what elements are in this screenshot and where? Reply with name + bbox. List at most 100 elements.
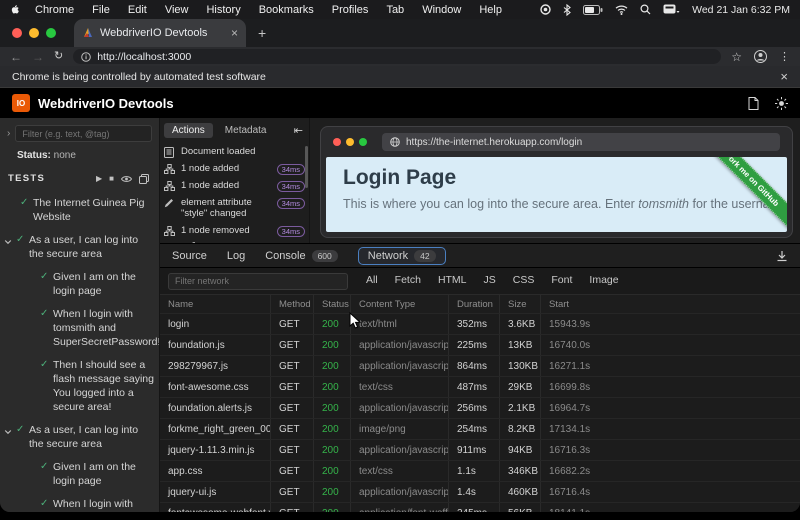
test-tree-item[interactable]: ✓ Given I am on the login page bbox=[0, 460, 155, 488]
request-duration: 864ms bbox=[449, 356, 500, 376]
banner-close-icon[interactable]: × bbox=[780, 69, 788, 84]
menu-item[interactable]: View bbox=[165, 4, 189, 16]
col-method[interactable]: Method bbox=[271, 295, 314, 313]
tab-metadata[interactable]: Metadata bbox=[217, 123, 275, 138]
test-tree-item[interactable]: ✓ The Internet Guinea Pig Website bbox=[0, 196, 155, 224]
test-passed-check-icon: ✓ bbox=[40, 358, 53, 372]
tab-source[interactable]: Source bbox=[172, 250, 207, 262]
network-request-row[interactable]: jquery-1.11.3.min.js GET 200 application… bbox=[160, 440, 800, 461]
copy-tests-icon[interactable] bbox=[139, 174, 149, 184]
network-request-row[interactable]: font-awesome.css GET 200 text/css 487ms … bbox=[160, 377, 800, 398]
screen-record-icon[interactable] bbox=[540, 4, 551, 15]
col-duration[interactable]: Duration bbox=[449, 295, 500, 313]
menu-item[interactable]: Chrome bbox=[35, 4, 74, 16]
col-content-type[interactable]: Content Type bbox=[351, 295, 449, 313]
network-request-row[interactable]: 298279967.js GET 200 application/javascr… bbox=[160, 356, 800, 377]
sidebar-collapse-icon[interactable]: › bbox=[7, 128, 10, 139]
tab-actions[interactable]: Actions bbox=[164, 123, 213, 138]
test-tree-item[interactable]: ✓ As a user, I can log into the secure a… bbox=[0, 233, 155, 261]
input-source-icon[interactable] bbox=[663, 4, 680, 15]
menu-item[interactable]: Tab bbox=[386, 4, 404, 16]
request-type-tab[interactable]: JS bbox=[484, 274, 496, 289]
tab-network[interactable]: Network42 bbox=[358, 247, 446, 265]
action-event-row[interactable]: 1 node added 34ms bbox=[164, 177, 305, 194]
network-request-row[interactable]: app.css GET 200 text/css 1.1s 346KB 1668… bbox=[160, 461, 800, 482]
stop-tests-icon[interactable]: ■ bbox=[109, 175, 114, 183]
app-header-actions bbox=[748, 97, 788, 110]
test-tree-item[interactable]: ✓ Then I should see a flash message sayi… bbox=[0, 358, 155, 414]
theme-toggle-sun-icon[interactable] bbox=[775, 97, 788, 110]
site-info-icon[interactable] bbox=[81, 52, 91, 62]
report-file-icon[interactable] bbox=[748, 97, 759, 110]
network-request-row[interactable]: jquery-ui.js GET 200 application/javascr… bbox=[160, 482, 800, 503]
request-type-tab[interactable]: Image bbox=[589, 274, 618, 289]
network-filter-input[interactable] bbox=[168, 273, 348, 290]
spotlight-search-icon[interactable] bbox=[640, 4, 651, 15]
request-type-tab[interactable]: HTML bbox=[438, 274, 467, 289]
action-event-row[interactable]: 1 node removed 34ms bbox=[164, 222, 305, 239]
zoom-window-button[interactable] bbox=[46, 28, 56, 38]
new-tab-button[interactable]: + bbox=[258, 25, 266, 41]
apple-logo-icon[interactable] bbox=[10, 4, 21, 15]
test-tree-item[interactable]: ✓ As a user, I can log into the secure a… bbox=[0, 423, 155, 451]
menu-item[interactable]: Profiles bbox=[332, 4, 369, 16]
menu-item[interactable]: Edit bbox=[128, 4, 147, 16]
bookmark-star-icon[interactable]: ☆ bbox=[731, 50, 742, 64]
run-tests-icon[interactable]: ▶ bbox=[96, 175, 102, 183]
test-tree-item[interactable]: ✓ Given I am on the login page bbox=[0, 270, 155, 298]
network-request-row[interactable]: foundation.alerts.js GET 200 application… bbox=[160, 398, 800, 419]
tab-console[interactable]: Console600 bbox=[265, 250, 338, 262]
menu-item[interactable]: History bbox=[206, 4, 240, 16]
col-start[interactable]: Start bbox=[541, 295, 800, 313]
request-type-tab[interactable]: Fetch bbox=[395, 274, 421, 289]
bluetooth-icon[interactable] bbox=[563, 4, 571, 16]
mini-close-button bbox=[333, 138, 341, 146]
request-duration: 352ms bbox=[449, 314, 500, 334]
menu-item[interactable]: Help bbox=[479, 4, 502, 16]
address-bar[interactable]: http://localhost:3000 bbox=[73, 49, 721, 64]
action-event-row[interactable]: url 298ms bbox=[164, 239, 305, 243]
test-tree-item[interactable]: ✓ When I login with foobar and barfoo bbox=[0, 497, 155, 512]
close-window-button[interactable] bbox=[12, 28, 22, 38]
app-title: WebdriverIO Devtools bbox=[38, 96, 174, 111]
profile-avatar-icon[interactable] bbox=[754, 50, 767, 63]
reload-button[interactable]: ↻ bbox=[54, 51, 63, 62]
tests-filter-input[interactable] bbox=[15, 125, 152, 142]
col-name[interactable]: Name bbox=[160, 295, 271, 313]
mini-zoom-button bbox=[359, 138, 367, 146]
event-type-icon bbox=[164, 197, 176, 208]
wifi-icon[interactable] bbox=[615, 5, 628, 15]
menubar-clock[interactable]: Wed 21 Jan 6:32 PM bbox=[692, 4, 790, 16]
action-event-row[interactable]: element attribute "style" changed 34ms bbox=[164, 194, 305, 222]
back-button[interactable]: ← bbox=[10, 51, 22, 63]
test-tree-item[interactable]: ✓ When I login with tomsmith and SuperSe… bbox=[0, 307, 155, 349]
battery-icon[interactable] bbox=[583, 5, 603, 15]
action-event-row[interactable]: 1 node added 34ms bbox=[164, 160, 305, 177]
menu-item[interactable]: File bbox=[92, 4, 110, 16]
forward-button[interactable]: → bbox=[32, 51, 44, 63]
network-request-row[interactable]: fontawesome-webfont.wof... GET 200 appli… bbox=[160, 503, 800, 512]
watch-tests-eye-icon[interactable] bbox=[121, 175, 132, 183]
request-type-tab[interactable]: CSS bbox=[513, 274, 535, 289]
actions-scrollbar[interactable] bbox=[305, 146, 308, 188]
network-request-row[interactable]: forkme_right_green_0072... GET 200 image… bbox=[160, 419, 800, 440]
download-icon[interactable] bbox=[776, 250, 788, 262]
request-type-tab[interactable]: Font bbox=[551, 274, 572, 289]
menu-item[interactable]: Bookmarks bbox=[259, 4, 314, 16]
chevron-down-icon[interactable] bbox=[4, 423, 16, 440]
browser-tab[interactable]: WebdriverIO Devtools × bbox=[74, 19, 246, 47]
request-type-tab[interactable]: All bbox=[366, 274, 378, 289]
col-status[interactable]: Status bbox=[314, 295, 351, 313]
network-request-row[interactable]: foundation.js GET 200 application/javasc… bbox=[160, 335, 800, 356]
tab-log[interactable]: Log bbox=[227, 250, 245, 262]
request-size: 3.6KB bbox=[500, 314, 541, 334]
minimize-window-button[interactable] bbox=[29, 28, 39, 38]
network-request-row[interactable]: login GET 200 text/html 352ms 3.6KB 1594… bbox=[160, 314, 800, 335]
action-event-row[interactable]: Document loaded bbox=[164, 143, 305, 160]
col-size[interactable]: Size bbox=[500, 295, 541, 313]
chevron-down-icon[interactable] bbox=[4, 233, 16, 250]
collapse-panel-icon[interactable]: ⇤ bbox=[294, 124, 305, 137]
chrome-menu-icon[interactable]: ⋮ bbox=[779, 50, 790, 63]
tab-close-icon[interactable]: × bbox=[231, 26, 238, 40]
menu-item[interactable]: Window bbox=[422, 4, 461, 16]
